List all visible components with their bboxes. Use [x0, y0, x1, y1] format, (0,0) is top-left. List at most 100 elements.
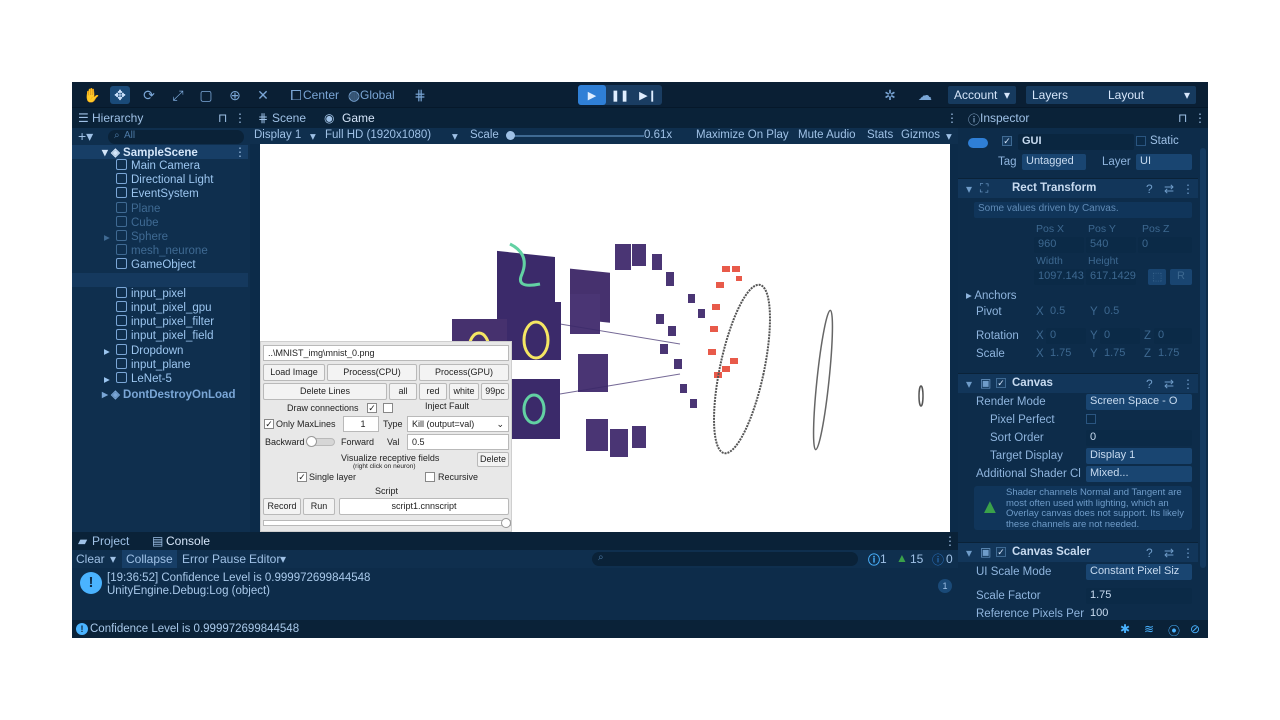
log-entry-line1[interactable]: [19:36:52] Confidence Level is 0.9999726…: [107, 572, 370, 584]
cloud-icon[interactable]: ☁: [915, 86, 935, 104]
rect-transform-header[interactable]: ▾ ⛶ Rect Transform ? ⇄ ⋮: [958, 178, 1198, 198]
baking-icon[interactable]: ⦿: [1168, 622, 1180, 638]
gui-scrollbar[interactable]: [263, 520, 511, 526]
editor-dropdown[interactable]: Editor: [249, 552, 280, 566]
tab-scene[interactable]: Scene: [272, 111, 306, 125]
sort-order-field[interactable]: 0: [1086, 430, 1192, 446]
hierarchy-item[interactable]: ▸ Sphere: [104, 230, 168, 244]
blueprint-icon[interactable]: ⬚: [1148, 269, 1166, 285]
foldout-icon[interactable]: ▾: [966, 182, 972, 196]
gizmos-toggle[interactable]: Gizmos: [901, 129, 940, 141]
expand-arrow-icon[interactable]: ▸: [104, 344, 110, 358]
foldout-icon[interactable]: ▾: [966, 377, 972, 391]
more-icon[interactable]: ⋮: [234, 111, 246, 125]
hierarchy-item[interactable]: mesh_neurone: [116, 244, 208, 258]
scale-tool-icon[interactable]: ⤢: [168, 86, 188, 104]
foldout-icon[interactable]: ▾: [966, 546, 972, 560]
canvas-scaler-enabled-checkbox[interactable]: ✓: [996, 547, 1006, 557]
step-button[interactable]: ▶❙: [634, 85, 662, 105]
collapse-toggle[interactable]: Collapse: [122, 550, 177, 568]
hierarchy-item[interactable]: Plane: [116, 201, 160, 216]
ui-scale-mode-dropdown[interactable]: Constant Pixel Siz: [1086, 564, 1192, 580]
mute-audio-toggle[interactable]: Mute Audio: [798, 129, 856, 141]
type-dropdown[interactable]: Kill (output=val) ⌄: [407, 416, 509, 432]
delete-99pc-button[interactable]: 99pc: [481, 383, 509, 400]
single-layer-checkbox[interactable]: ✓: [297, 472, 307, 482]
info-count-icon[interactable]: ⓘ: [868, 551, 880, 568]
scale-slider-handle[interactable]: [506, 131, 515, 140]
delete-fields-button[interactable]: Delete: [477, 452, 509, 467]
anchors-foldout[interactable]: ▸ Anchors: [966, 288, 1017, 302]
tab-hierarchy[interactable]: Hierarchy: [92, 111, 143, 125]
rect-tool-icon[interactable]: ▢: [196, 86, 216, 104]
tab-console[interactable]: Console: [166, 534, 210, 548]
add-object-icon[interactable]: +▾: [78, 128, 93, 145]
scene-root[interactable]: ▾ ◈ SampleScene: [102, 145, 198, 159]
dontdestroy-root[interactable]: ▸ ◈ DontDestroyOnLoad: [102, 387, 235, 401]
canvas-scaler-header[interactable]: ▾ ▣ ✓ Canvas Scaler ? ⇄ ⋮: [958, 542, 1198, 562]
delete-red-button[interactable]: red: [419, 383, 447, 400]
object-name-field[interactable]: GUI: [1018, 134, 1134, 150]
layer-dropdown[interactable]: UI: [1136, 154, 1192, 170]
run-button[interactable]: Run: [303, 498, 335, 515]
val-input[interactable]: 0.5: [407, 434, 509, 450]
cache-icon[interactable]: ≋: [1144, 622, 1154, 636]
tab-game[interactable]: Game: [342, 111, 375, 125]
maximize-on-play-toggle[interactable]: Maximize On Play: [696, 129, 789, 141]
stats-toggle[interactable]: Stats: [867, 129, 893, 141]
inject-fault-checkbox[interactable]: [383, 403, 393, 413]
custom-tool-icon[interactable]: ✕: [253, 86, 273, 104]
only-maxlines-checkbox[interactable]: ✓: [264, 419, 274, 429]
hierarchy-item[interactable]: Main Camera: [116, 159, 200, 173]
clear-button[interactable]: Clear: [76, 552, 105, 566]
help-icon[interactable]: ?: [1146, 377, 1153, 391]
layout-dropdown[interactable]: Layout ▾: [1102, 86, 1196, 104]
component-menu-icon[interactable]: ⋮: [1182, 182, 1194, 196]
image-path-field[interactable]: ..\MNIST_img\mnist_0.png: [263, 345, 509, 361]
help-icon[interactable]: ?: [1146, 182, 1153, 196]
load-image-button[interactable]: Load Image: [263, 364, 325, 381]
lock-icon[interactable]: ⊓: [1178, 111, 1187, 125]
bug-icon[interactable]: ✱: [1120, 622, 1130, 636]
delete-white-button[interactable]: white: [449, 383, 479, 400]
recursive-checkbox[interactable]: [425, 472, 435, 482]
grid-snap-icon[interactable]: ⋕: [410, 86, 430, 104]
error-count-icon[interactable]: ⓘ: [932, 551, 944, 568]
center-toggle[interactable]: Center: [303, 88, 339, 102]
console-more-icon[interactable]: ⋮: [944, 534, 956, 548]
render-mode-dropdown[interactable]: Screen Space - O: [1086, 394, 1192, 410]
display-dropdown[interactable]: Display 1: [254, 129, 301, 141]
expand-arrow-icon[interactable]: ▸: [104, 230, 110, 244]
target-display-dropdown[interactable]: Display 1: [1086, 448, 1192, 464]
hierarchy-item[interactable]: input_pixel_gpu: [116, 301, 212, 315]
rotate-tool-icon[interactable]: ⟳: [139, 86, 159, 104]
console-search-input[interactable]: [592, 552, 858, 566]
progress-check-icon[interactable]: ⊘: [1190, 622, 1200, 636]
hierarchy-item[interactable]: ▸ Dropdown: [104, 343, 183, 358]
script-file-field[interactable]: script1.cnnscript: [339, 498, 509, 515]
hierarchy-item[interactable]: GameObject: [116, 258, 196, 272]
error-pause-toggle[interactable]: Error Pause: [182, 552, 246, 566]
hierarchy-item[interactable]: input_plane: [116, 357, 190, 372]
hierarchy-item[interactable]: input_pixel: [116, 286, 186, 301]
help-icon[interactable]: ?: [1146, 546, 1153, 560]
maxlines-input[interactable]: 1: [343, 416, 379, 432]
preset-icon[interactable]: ⇄: [1164, 377, 1174, 391]
game-more-icon[interactable]: ⋮: [946, 111, 958, 125]
inspector-scrollbar[interactable]: [1200, 148, 1206, 568]
resolution-dropdown[interactable]: Full HD (1920x1080): [325, 129, 431, 141]
hierarchy-item[interactable]: input_pixel_field: [116, 329, 213, 343]
hierarchy-search-input[interactable]: All: [108, 130, 244, 144]
hierarchy-item[interactable]: Cube: [116, 215, 159, 230]
component-menu-icon[interactable]: ⋮: [1182, 377, 1194, 391]
canvas-header[interactable]: ▾ ▣ ✓ Canvas ? ⇄ ⋮: [958, 373, 1198, 393]
log-entry-line2[interactable]: UnityEngine.Debug:Log (object): [107, 585, 270, 597]
tab-project[interactable]: Project: [92, 534, 129, 548]
gui-scrollbar-handle[interactable]: [501, 518, 511, 528]
move-tool-icon[interactable]: ✥: [110, 86, 130, 104]
process-cpu-button[interactable]: Process(CPU): [327, 364, 417, 381]
canvas-enabled-checkbox[interactable]: ✓: [996, 378, 1006, 388]
draw-connections-checkbox[interactable]: ✓: [367, 403, 377, 413]
direction-toggle-knob[interactable]: [306, 436, 317, 447]
pixel-perfect-checkbox[interactable]: [1086, 414, 1096, 424]
